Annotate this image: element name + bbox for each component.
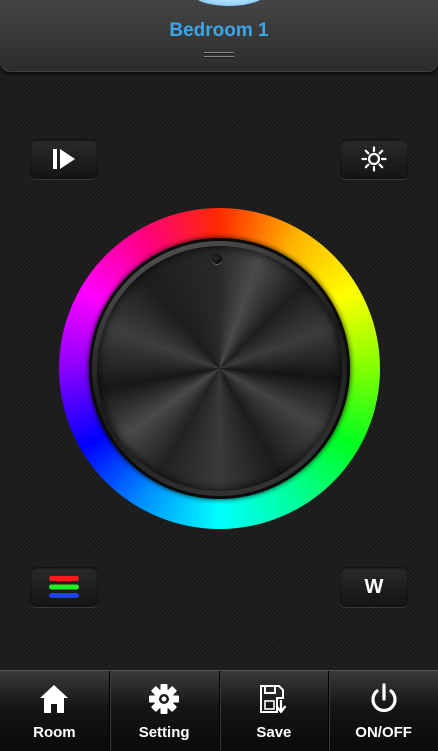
power-icon: [371, 683, 397, 713]
tab-setting-label: Setting: [138, 724, 190, 741]
sun-icon: [361, 146, 387, 172]
tab-room-label: Room: [33, 724, 76, 741]
gear-icon: [149, 684, 180, 714]
status-glow: [189, 0, 269, 6]
tab-bar: Room Setting Save ON/OFF: [0, 670, 438, 751]
brightness-button[interactable]: [340, 139, 408, 179]
tab-save-label: Save: [256, 724, 292, 741]
play-step-icon: [53, 149, 75, 169]
tab-onoff[interactable]: ON/OFF: [328, 671, 438, 751]
tab-setting[interactable]: Setting: [108, 671, 219, 751]
room-title[interactable]: Bedroom 1: [0, 20, 438, 42]
knob-indicator-dot: [212, 254, 222, 264]
rotary-knob[interactable]: [97, 246, 342, 491]
play-mode-button[interactable]: [30, 139, 98, 179]
tab-save[interactable]: Save: [218, 671, 329, 751]
color-wheel[interactable]: [59, 208, 380, 529]
home-icon: [40, 685, 69, 713]
drag-handle[interactable]: [204, 52, 234, 61]
tab-room[interactable]: Room: [0, 671, 109, 751]
header-bar: Bedroom 1: [0, 0, 438, 72]
save-icon: [259, 685, 287, 714]
rgb-mode-button[interactable]: [30, 567, 98, 607]
rgb-bars-icon: [49, 576, 79, 598]
white-mode-label: W: [364, 575, 384, 598]
white-mode-button[interactable]: W: [340, 567, 408, 607]
tab-onoff-label: ON/OFF: [355, 724, 412, 741]
